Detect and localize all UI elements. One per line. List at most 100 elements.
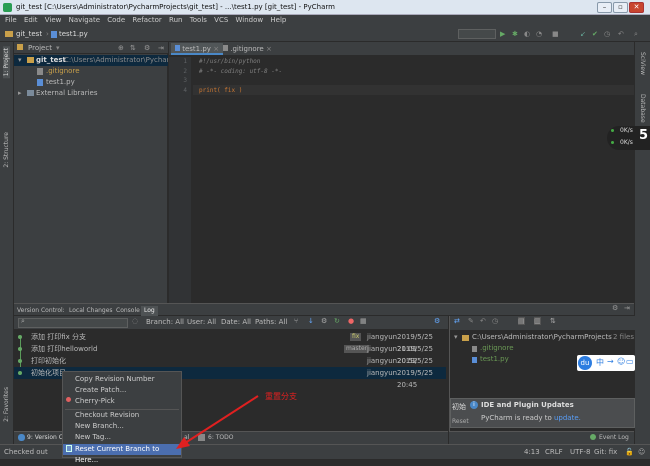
profile-icon[interactable]: ◔ [536,26,542,42]
tree-collapse-icon[interactable]: ▸ [18,88,22,99]
chevron-down-icon[interactable]: ▾ [56,42,60,54]
menu-edit[interactable]: Edit [24,16,38,24]
filter-branch[interactable]: Branch: All [146,318,184,326]
ime-keyboard-icon[interactable]: ▭ [626,357,634,366]
vcs-history-icon[interactable]: ◷ [604,26,610,42]
revert-icon[interactable]: ↶ [480,317,486,325]
line-separator[interactable]: CRLF [545,445,563,459]
table-row[interactable]: 添加 打印fix 分支 fix jiangyun 2019/5/25 21:01 [14,331,446,353]
hide-panel-icon[interactable]: ⇥ [158,42,164,54]
code-text[interactable]: #!/usr/bin/python # -*- coding: utf-8 -*… [199,57,629,95]
menu-vcs[interactable]: VCS [214,16,228,24]
vcs-update-icon[interactable]: ↙ [580,26,586,42]
filter-user[interactable]: User: All [187,318,216,326]
file-encoding[interactable]: UTF-8 [570,445,590,459]
menu-item-new-tag[interactable]: New Tag... [63,432,181,443]
project-tool-tab[interactable]: 1: Project [3,46,10,79]
diff-icon[interactable]: ⇄ [454,317,460,325]
regex-icon[interactable]: ◌ [132,317,138,325]
tree-file-test1[interactable]: test1.py [46,77,75,88]
run-icon[interactable]: ▶ [500,26,505,42]
changes-root-path[interactable]: C:\Users\Administrator\PycharmProjects\g… [472,333,612,341]
ime-logo[interactable]: du [578,356,592,370]
favorites-tool-tab[interactable]: 2: Favorites [3,387,10,422]
settings-gear-icon[interactable]: ⚙ [434,317,440,325]
filter-paths[interactable]: Paths: All [255,318,287,326]
menu-item-reset-branch[interactable]: Reset Current Branch to Here... [63,444,181,464]
filter-date[interactable]: Date: All [221,318,251,326]
revert-icon[interactable]: ↶ [618,26,624,42]
locate-file-icon[interactable]: ⊕ [118,42,124,54]
goto-hash-icon[interactable]: ↓ [308,317,314,325]
lock-icon[interactable]: 🔓 [625,445,634,459]
tree-file-gitignore[interactable]: .gitignore [46,66,80,77]
tab-console[interactable]: Console [113,306,143,316]
editor-tab-test1[interactable]: test1.py × [171,43,224,55]
coverage-icon[interactable]: ◐ [524,26,530,42]
group-by-icon[interactable]: ▤ [518,317,525,325]
sciview-tool-tab[interactable]: SciView [639,52,646,75]
close-tab-icon[interactable]: × [266,45,272,53]
menu-file[interactable]: File [5,16,17,24]
minimize-button[interactable]: – [597,2,612,13]
project-view-dropdown[interactable]: Project [28,42,52,54]
structure-tool-tab[interactable]: 2: Structure [3,132,10,168]
menu-item-create-patch[interactable]: Create Patch... [63,385,181,396]
maximize-button[interactable]: ▫ [613,2,628,13]
menu-item-new-branch[interactable]: New Branch... [63,421,181,432]
menu-help[interactable]: Help [270,16,286,24]
ime-emoji-icon[interactable]: ☺ [617,357,625,366]
hide-panel-icon[interactable]: ⇥ [624,304,630,312]
run-configuration-select[interactable] [458,29,496,39]
collapse-all-icon[interactable]: ⇅ [130,42,136,54]
tree-expand-icon[interactable]: ▾ [454,333,458,341]
debug-icon[interactable]: ✱ [512,26,518,42]
cherry-icon[interactable]: ● [348,317,354,325]
changed-file[interactable]: .gitignore [480,344,514,352]
search-everywhere-icon[interactable]: ⌕ [634,26,638,42]
edit-source-icon[interactable]: ✎ [468,317,474,325]
tree-root-name[interactable]: git_test [36,55,66,66]
tree-expand-icon[interactable]: ▾ [18,55,22,66]
menu-window[interactable]: Window [236,16,264,24]
show-details-icon[interactable]: ▦ [360,317,367,325]
menu-code[interactable]: Code [107,16,125,24]
refresh-icon[interactable]: ↻ [334,317,340,325]
table-row[interactable]: 打印初始化 jiangyun 2019/5/25 20:51 [14,355,446,377]
settings-gear-icon[interactable]: ⚙ [612,304,618,312]
menu-item-copy-revision[interactable]: Copy Revision Number [63,374,181,385]
ime-language[interactable]: 中 [596,357,604,368]
menu-item-checkout-revision[interactable]: Checkout Revision [63,410,181,421]
show-diff-preview-icon[interactable]: ▥ [534,317,541,325]
tool-tab-event-log[interactable]: Event Log [599,434,629,441]
close-button[interactable]: ✕ [629,2,644,13]
breadcrumb-file[interactable]: test1.py [59,26,88,42]
vcs-commit-icon[interactable]: ✔ [592,26,598,42]
update-notification[interactable]: 初始 Reset i IDE and Plugin Updates PyChar… [450,398,635,428]
tab-local-changes[interactable]: Local Changes [66,306,116,316]
cherry-pick-icon[interactable]: ⚙ [321,317,327,325]
tab-log[interactable]: Log [141,306,158,316]
menu-navigate[interactable]: Navigate [69,16,100,24]
settings-gear-icon[interactable]: ⚙ [144,42,150,54]
stop-icon[interactable]: ■ [552,26,559,42]
table-row[interactable]: 添加 打印helloworld master jiangyun 2019/5/2… [14,343,446,365]
expand-all-icon[interactable]: ⇅ [550,317,556,325]
editor-tab-gitignore[interactable]: .gitignore × [219,43,276,55]
inspector-icon[interactable]: ☺ [638,445,645,459]
history-icon[interactable]: ◷ [492,317,498,325]
database-tool-tab[interactable]: Database [639,94,646,123]
branch-icon[interactable]: ⑂ [294,317,298,325]
menu-refactor[interactable]: Refactor [132,16,161,24]
update-link[interactable]: update. [554,414,581,422]
changed-file[interactable]: test1.py [480,355,509,363]
tree-external-libraries[interactable]: External Libraries [36,88,98,99]
log-search-input[interactable]: ⌕ [18,317,128,328]
breadcrumb-project[interactable]: git_test [16,26,42,42]
menu-view[interactable]: View [45,16,62,24]
menu-run[interactable]: Run [169,16,182,24]
menu-item-cherry-pick[interactable]: Cherry-Pick [63,396,181,407]
git-branch-widget[interactable]: Git: fix [594,445,617,459]
menu-tools[interactable]: Tools [190,16,207,24]
caret-position[interactable]: 4:13 [524,445,540,459]
